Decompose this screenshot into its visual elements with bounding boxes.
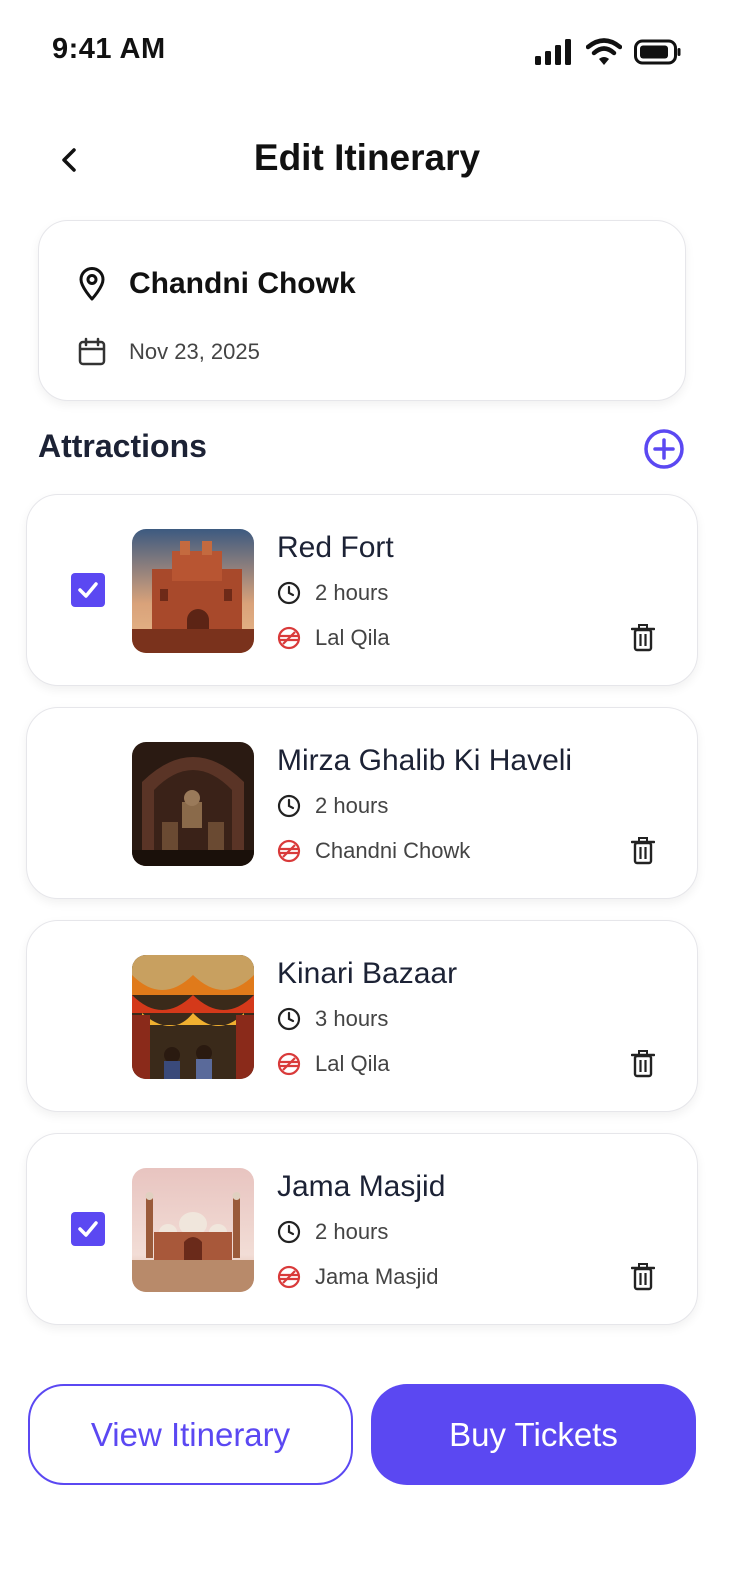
cellular-signal-icon	[535, 39, 571, 65]
delete-attraction-button[interactable]	[627, 1047, 659, 1081]
header: Edit Itinerary	[0, 125, 734, 195]
attraction-checkbox[interactable]	[71, 573, 105, 607]
clock-icon	[277, 1220, 301, 1244]
map-pin-icon	[79, 267, 105, 301]
attraction-duration-row: 3 hours	[277, 1006, 388, 1032]
delete-attraction-button[interactable]	[627, 621, 659, 655]
delete-attraction-button[interactable]	[627, 1260, 659, 1294]
trash-icon	[631, 1263, 655, 1291]
trip-date-row: Nov 23, 2025	[77, 337, 260, 367]
attraction-metro-station: Lal Qila	[315, 1051, 390, 1076]
trash-icon	[631, 837, 655, 865]
attraction-duration: 2 hours	[315, 793, 389, 818]
trip-location: Chandni Chowk	[129, 267, 356, 300]
clock-icon	[277, 581, 301, 605]
attraction-metro-row: Lal Qila	[277, 1051, 390, 1077]
trip-location-row: Chandni Chowk	[77, 267, 356, 301]
attraction-checkbox[interactable]	[71, 999, 105, 1033]
attraction-metro-station: Chandni Chowk	[315, 838, 471, 863]
attraction-metro-row: Jama Masjid	[277, 1264, 438, 1290]
attraction-metro-station: Jama Masjid	[315, 1264, 439, 1289]
attractions-heading: Attractions	[38, 428, 207, 464]
attraction-image	[132, 1168, 254, 1292]
attraction-name: Kinari Bazaar	[277, 957, 458, 990]
trash-icon	[631, 624, 655, 652]
attraction-card-red-fort[interactable]: Red Fort 2 hours Lal Qila	[26, 494, 698, 686]
attraction-duration-row: 2 hours	[277, 1219, 388, 1245]
attraction-duration-row: 2 hours	[277, 580, 388, 606]
metro-icon	[277, 626, 301, 650]
attraction-checkbox[interactable]	[71, 786, 105, 820]
calendar-icon	[78, 337, 106, 366]
battery-icon	[634, 39, 681, 65]
attraction-card-jama-masjid[interactable]: Jama Masjid 2 hours Jama Masjid	[26, 1133, 698, 1325]
metro-icon	[277, 1052, 301, 1076]
check-icon	[78, 582, 98, 598]
metro-icon	[277, 839, 301, 863]
add-attraction-button[interactable]	[643, 428, 685, 470]
plus-circle-icon	[644, 429, 684, 469]
status-time: 9:41 AM	[52, 33, 166, 65]
status-icons	[534, 38, 682, 66]
attraction-duration: 3 hours	[315, 1006, 389, 1031]
attraction-card-mirza-ghalib-ki-haveli[interactable]: Mirza Ghalib Ki Haveli 2 hours Chandni C…	[26, 707, 698, 899]
metro-icon	[277, 1265, 301, 1289]
attraction-name: Red Fort	[277, 531, 394, 564]
attraction-image	[132, 955, 254, 1079]
trip-date: Nov 23, 2025	[129, 339, 260, 364]
trash-icon	[631, 1050, 655, 1078]
delete-attraction-button[interactable]	[627, 834, 659, 868]
check-icon	[78, 1221, 98, 1237]
attraction-image	[132, 529, 254, 653]
attraction-image	[132, 742, 254, 866]
clock-icon	[277, 1007, 301, 1031]
trip-summary-card: Chandni Chowk Nov 23, 2025	[38, 220, 686, 401]
attraction-duration-row: 2 hours	[277, 793, 388, 819]
page-title: Edit Itinerary	[253, 137, 481, 178]
attraction-name: Jama Masjid	[277, 1170, 446, 1203]
attraction-metro-row: Chandni Chowk	[277, 838, 470, 864]
attraction-checkbox[interactable]	[71, 1212, 105, 1246]
attraction-name: Mirza Ghalib Ki Haveli	[277, 744, 573, 777]
buy-tickets-button[interactable]: Buy Tickets	[371, 1384, 696, 1485]
attraction-metro-row: Lal Qila	[277, 625, 390, 651]
attraction-metro-station: Lal Qila	[315, 625, 390, 650]
attraction-card-kinari-bazaar[interactable]: Kinari Bazaar 3 hours Lal Qila	[26, 920, 698, 1112]
view-itinerary-button[interactable]: View Itinerary	[28, 1384, 353, 1485]
wifi-icon	[586, 38, 622, 65]
status-bar: 9:41 AM	[0, 0, 734, 100]
attraction-duration: 2 hours	[315, 1219, 389, 1244]
attraction-duration: 2 hours	[315, 580, 389, 605]
clock-icon	[277, 794, 301, 818]
